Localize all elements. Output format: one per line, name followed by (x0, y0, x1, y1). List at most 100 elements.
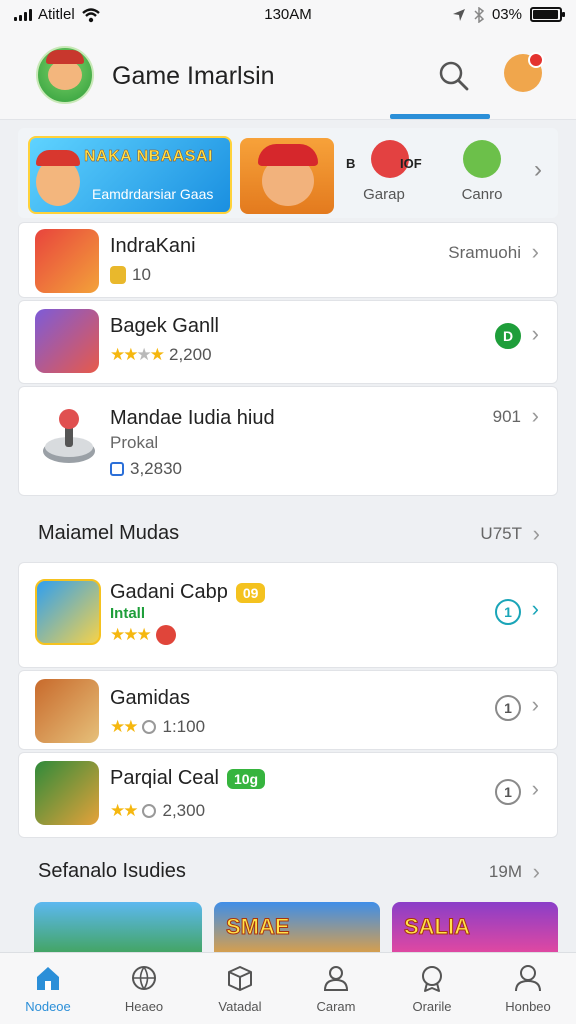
info-icon[interactable]: 1 (495, 695, 521, 721)
list-item[interactable]: Gamidas ★★ 1:100 1 › (18, 670, 558, 750)
nav-item-globe[interactable]: Heaeo (96, 953, 192, 1024)
profile-icon (515, 965, 541, 992)
banner-character (36, 150, 80, 206)
carousel-next-chevron-icon[interactable]: › (534, 156, 542, 184)
nav-item-profile[interactable]: Honbeo (480, 953, 576, 1024)
banner-subtitle: Eamdrdarsiar Gaas (92, 186, 214, 202)
download-count-icon (142, 720, 157, 734)
chevron-right-icon[interactable]: › (532, 321, 539, 347)
game-count: 2,200 (168, 345, 212, 364)
game-meta: 3,2830 (110, 459, 182, 479)
featured-hero-tile[interactable] (240, 138, 334, 214)
nav-item-user[interactable]: Caram (288, 953, 384, 1024)
list-item[interactable]: Bagek Ganll ★★★★ 2,200 D › (18, 300, 558, 384)
status-bar: Atitlel 130AM 03% (0, 0, 576, 30)
chevron-right-icon[interactable]: › (532, 692, 539, 718)
bottom-navigation: Nodeoe Heaeo Vatadal Caram Orarile Honbe… (0, 952, 576, 1024)
carousel-item-label: Garap (363, 186, 405, 203)
nav-item-home[interactable]: Nodeoe (0, 953, 96, 1024)
battery-fill (533, 10, 558, 19)
list-item[interactable]: Mandae Iudia hiud Prokal 3,2830 901 › (18, 386, 558, 496)
game-meta: ★★ 1:100 (110, 717, 205, 737)
game-name: Parqial Ceal (110, 767, 219, 789)
nav-item-award[interactable]: Orarile (384, 953, 480, 1024)
nav-label: Caram (316, 999, 356, 1014)
game-meta: ★★★ (110, 625, 176, 645)
nav-item-box[interactable]: Vatadal (192, 953, 288, 1024)
download-count-icon (142, 804, 157, 818)
section-header[interactable]: Sefanalo Isudies 19M › (18, 838, 558, 902)
bluetooth-icon (474, 6, 484, 23)
game-name-row: Parqial Ceal 10g (110, 767, 266, 790)
game-count: 10 (132, 265, 151, 284)
info-icon[interactable]: 1 (495, 599, 521, 625)
game-thumbnail (35, 309, 99, 373)
banner-title: NAKA NBAASAI (84, 148, 213, 165)
promo-title: SMAE (226, 914, 291, 940)
featured-banner[interactable]: NAKA NBAASAI Eamdrdarsiar Gaas (28, 136, 232, 214)
game-meta: ★★ 2,300 (110, 801, 205, 821)
section-right-value: U75T (480, 524, 522, 543)
joystick-icon (43, 409, 95, 463)
status-badge: D (495, 323, 521, 349)
info-icon[interactable]: 1 (495, 779, 521, 805)
search-icon[interactable] (434, 56, 474, 96)
promo-title: SALIA (404, 914, 471, 940)
list-item[interactable]: IndraKani 10 Sramuohi › (18, 222, 558, 298)
game-name: IndraKani (110, 235, 196, 257)
avatar[interactable] (504, 52, 544, 92)
game-right-value: 901 (492, 407, 521, 426)
chevron-right-icon[interactable]: › (532, 596, 539, 622)
carousel-item-tag: IOF (400, 156, 422, 171)
game-count: 3,2830 (130, 459, 182, 478)
home-icon (37, 967, 59, 990)
game-name: Bagek Ganll (110, 315, 219, 337)
nav-label: Heaeo (124, 999, 164, 1014)
carousel-item-garap[interactable]: B IOF Garap (344, 140, 424, 212)
game-thumbnail (35, 579, 101, 645)
list-item[interactable]: Gadani Cabp 09 Intall ★★★ 1 › (18, 562, 558, 668)
game-right-value: Sramuohi (448, 243, 521, 262)
carousel-item-canro[interactable]: Canro (442, 140, 522, 212)
coin-icon (110, 266, 126, 284)
game-meta: 10 (110, 265, 151, 285)
game-subtitle: Prokal (110, 433, 159, 452)
monster-icon (463, 140, 501, 178)
tab-indicator (390, 114, 490, 119)
location-icon (452, 8, 465, 21)
app-header: Game Imarlsin (0, 30, 576, 120)
level-badge: 10g (226, 768, 266, 789)
chevron-right-icon[interactable]: › (532, 403, 539, 429)
game-thumbnail (35, 229, 99, 293)
level-badge: 09 (235, 582, 266, 603)
box-icon (228, 966, 252, 991)
rating-stars-icon: ★★★★ (110, 345, 165, 364)
app-title: Game Imarlsin (112, 62, 275, 90)
game-count: 2,300 (162, 801, 206, 820)
game-name-row: Gadani Cabp 09 (110, 581, 266, 604)
status-right: 03% (452, 6, 565, 23)
chevron-right-icon[interactable]: › (533, 521, 540, 547)
nav-label: Nodeoe (25, 999, 71, 1014)
nav-label: Vatadal (218, 999, 262, 1014)
section-title: Sefanalo Isudies (38, 860, 186, 882)
battery-percent: 03% (491, 6, 522, 23)
game-meta: ★★★★ 2,200 (110, 345, 212, 365)
section-right-value: 19M (488, 862, 522, 881)
install-label: Intall (110, 605, 146, 622)
game-count: 1:100 (162, 717, 206, 736)
award-icon (422, 966, 442, 992)
chevron-right-icon[interactable]: › (533, 859, 540, 885)
list-item[interactable]: Parqial Ceal 10g ★★ 2,300 1 › (18, 752, 558, 838)
chevron-right-icon[interactable]: › (532, 776, 539, 802)
app-logo[interactable] (36, 46, 94, 104)
carousel-item-label: Canro (461, 186, 503, 203)
chevron-right-icon[interactable]: › (532, 239, 539, 265)
game-name: Gadani Cabp (110, 581, 228, 603)
user-icon (323, 966, 349, 991)
game-name: Gamidas (110, 687, 191, 709)
section-header[interactable]: Maiamel Mudas U75T › (18, 500, 558, 564)
game-thumbnail (35, 761, 99, 825)
rating-stars-icon: ★★★ (110, 625, 152, 644)
game-name: Mandae Iudia hiud (110, 407, 275, 429)
